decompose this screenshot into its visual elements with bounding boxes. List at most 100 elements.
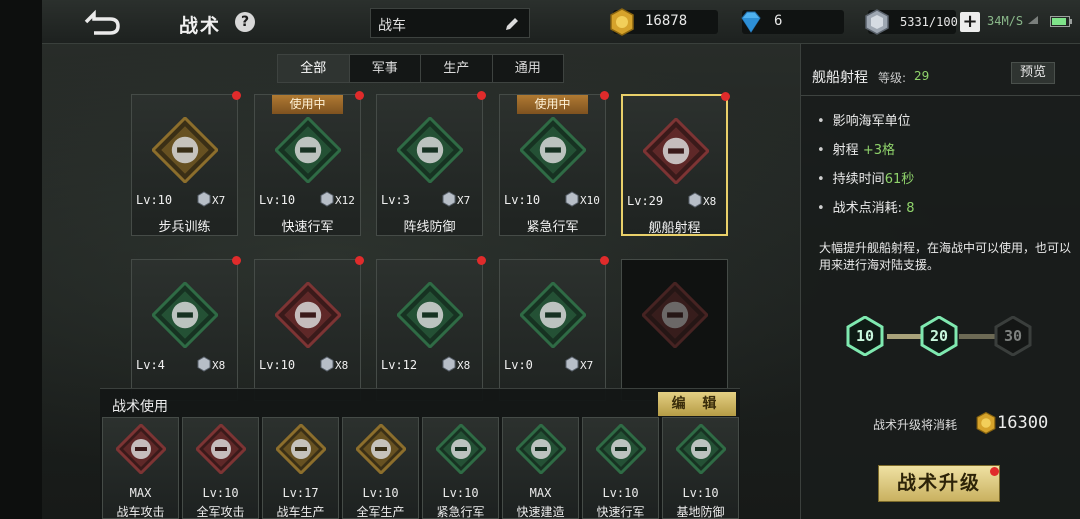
steel-cube-icon [565, 356, 579, 372]
soldier-attack-icon [194, 422, 248, 476]
tactic-card[interactable] [621, 259, 728, 401]
slot-level: Lv:17 [282, 486, 319, 500]
back-arrow-icon [84, 9, 120, 35]
shield-icon [674, 422, 728, 476]
tactic-card[interactable]: Lv:12 X8 [376, 256, 486, 401]
card-cost: X12 [335, 194, 355, 207]
soldiers-icon [518, 115, 588, 185]
in-use-badge: 使用中 [517, 95, 588, 114]
slot-level: MAX [129, 486, 152, 500]
steel-cube-icon [320, 356, 334, 372]
tactic-card[interactable]: Lv:0 X7 [499, 256, 609, 401]
tier-badge-10: 10 [845, 315, 885, 357]
notification-dot [600, 256, 609, 265]
tactic-card[interactable]: Lv:10 X7 步兵训练 [131, 91, 241, 236]
in-use-badge: 使用中 [272, 95, 343, 114]
steel-cube-icon [442, 191, 456, 207]
tier-label: 20 [929, 327, 949, 345]
notification-dot [477, 91, 486, 100]
speed-march-icon [594, 422, 648, 476]
slot-name: 战车攻击 [116, 505, 165, 519]
card-level: Lv:4 [136, 358, 165, 372]
tab-general[interactable]: 通用 [493, 55, 564, 82]
notification-dot [600, 91, 609, 100]
steel-resource: 5331/100 [865, 9, 958, 35]
tank-attack-icon [114, 422, 168, 476]
equipped-slot[interactable]: Lv:10 基地防御 [662, 417, 739, 519]
category-tabs: 全部 军事 生产 通用 [277, 54, 564, 83]
help-icon[interactable]: ? [235, 12, 255, 32]
tier-connector [959, 334, 995, 339]
tactic-card[interactable]: Lv:10 X12 快速行军 使用中 [254, 91, 364, 236]
card-name: 阵线防御 [403, 220, 456, 235]
pencil-icon[interactable] [503, 15, 521, 33]
wifi-icon [1028, 16, 1038, 24]
card-level: Lv:12 [381, 358, 418, 372]
tactic-card[interactable]: Lv:29 X8 舰船射程 [621, 92, 730, 236]
card-cost: X7 [457, 194, 471, 207]
equipped-slot[interactable]: Lv:10 快速行军 [582, 417, 659, 519]
equipped-slot[interactable]: Lv:17 战车生产 [262, 417, 339, 519]
attr-cost: • 战术点消耗: 8 [817, 201, 915, 216]
card-cost: X10 [580, 194, 600, 207]
attr-label: 影响海军单位 [832, 114, 911, 129]
tab-production[interactable]: 生产 [421, 55, 493, 82]
steel-amount: 5331/100 [900, 15, 958, 29]
card-level: Lv:3 [381, 193, 410, 207]
slot-name: 全军生产 [356, 505, 405, 519]
card-cost: X8 [457, 359, 471, 372]
equipped-slot[interactable]: Lv:10 紧急行军 [422, 417, 499, 519]
equipped-slot[interactable]: Lv:10 全军攻击 [182, 417, 259, 519]
slot-level: MAX [529, 486, 552, 500]
lock-icon [640, 280, 710, 350]
slot-level: Lv:10 [602, 486, 639, 500]
equipped-tactics-panel: 战术使用 编 辑 MAX 战车攻击 Lv:10 全军攻击 Lv:17 战车生产 … [100, 388, 740, 519]
tactic-card[interactable]: Lv:10 X10 紧急行军 使用中 [499, 91, 609, 236]
card-cost: X8 [212, 359, 226, 372]
crane-icon [514, 422, 568, 476]
preview-button[interactable]: 预览 [1011, 62, 1055, 84]
notification-dot [232, 256, 241, 265]
notification-dot [355, 256, 364, 265]
tier-label: 30 [1003, 327, 1023, 345]
steel-cube-icon [565, 191, 579, 207]
equipped-slot[interactable]: MAX 战车攻击 [102, 417, 179, 519]
tab-all[interactable]: 全部 [278, 55, 350, 82]
card-name: 步兵训练 [158, 220, 211, 235]
left-strip [0, 0, 42, 519]
edit-button[interactable]: 编 辑 [658, 392, 736, 416]
tactic-description: 大幅提升舰船射程，在海战中可以使用，也可以用来进行海对陆支援。 [819, 241, 1072, 272]
equipped-slot[interactable]: Lv:10 全军生产 [342, 417, 419, 519]
runner-icon [150, 115, 220, 185]
steel-cube-icon [320, 191, 334, 207]
card-name: 快速行军 [281, 220, 334, 235]
tactic-card[interactable]: Lv:4 X8 [131, 256, 241, 401]
slot-level: Lv:10 [682, 486, 719, 500]
tier-connector [887, 334, 921, 339]
top-bar: 战术 ? 战车 16878 6 5331/100 + 34M/S [42, 0, 1080, 44]
tactic-card[interactable]: Lv:10 X8 [254, 256, 364, 401]
back-button[interactable] [80, 6, 124, 38]
gold-coin-icon [610, 8, 634, 36]
soldiers-icon [434, 422, 488, 476]
attr-value: +3格 [862, 143, 895, 158]
add-resource-button[interactable]: + [960, 12, 980, 32]
factory-icon [354, 422, 408, 476]
upgrade-button[interactable]: 战术升级 [878, 465, 1000, 502]
steel-cube-icon [197, 191, 211, 207]
gold-amount: 16878 [645, 13, 688, 29]
diamond-resource: 6 [741, 10, 844, 34]
slot-level: Lv:10 [442, 486, 479, 500]
gold-coin-icon [976, 411, 996, 435]
equipped-tactics-title: 战术使用 [112, 399, 168, 415]
name-input[interactable]: 战车 [370, 8, 530, 38]
tactic-card[interactable]: Lv:3 X7 阵线防御 [376, 91, 486, 236]
notification-dot [990, 467, 999, 476]
attr-duration: • 持续时间61秒 [817, 172, 915, 187]
tier-label: 10 [855, 327, 875, 345]
equipped-slot[interactable]: MAX 快速建造 [502, 417, 579, 519]
shield-icon [273, 280, 343, 350]
slot-name: 基地防御 [676, 505, 725, 519]
tab-military[interactable]: 军事 [350, 55, 421, 82]
tier-badge-20: 20 [919, 315, 959, 357]
